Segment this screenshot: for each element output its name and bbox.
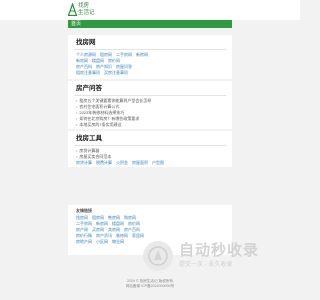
qa-list: • 租房五个关键要素你能算到户型会长怎样 • 农村住宅面积计算公式 • 2023年装修材料… <box>68 96 232 131</box>
bullet-icon: • <box>76 109 78 115</box>
tool-link-row: 房贷计算 税费计算 公积金 房屋面积 户型图 <box>76 160 224 166</box>
icp-text[interactable]: 网站备案 ICP备2024000000号 <box>68 284 232 289</box>
tag-link[interactable]: 买房注意事项 <box>104 70 128 76</box>
watermark-badge: 自动秒收录 提交一次 · 永久收录 <box>143 241 283 275</box>
nav-home-link[interactable]: 首页 <box>71 21 81 27</box>
tools-list: • 房贷计算器 • 房屋买卖合同范本 房贷计算 税费计算 公积金 房屋面积 户型图 <box>68 146 232 169</box>
site-header: 找房 生活记 <box>0 0 300 20</box>
tools-section: 找房工具 • 房贷计算器 • 房屋买卖合同范本 房贷计算 税费计算 公积金 房屋面积 户型图 <box>68 131 232 167</box>
watermark-subtitle: 提交一次 · 永久收录 <box>179 262 233 268</box>
tool-link[interactable]: 公积金 <box>116 160 128 166</box>
qa-item-label: 2023年装修材料选择技巧 <box>79 109 125 115</box>
bullet-icon: • <box>76 121 78 127</box>
tool-link[interactable]: 户型图 <box>152 160 164 166</box>
friend-link[interactable]: 房地产网 <box>76 239 92 245</box>
qa-item-label: 如何在北京购房？有哪些政策要求 <box>79 115 140 121</box>
house-icon <box>68 3 77 16</box>
bullet-icon: • <box>76 147 78 153</box>
friend-link[interactable]: 物业网 <box>112 239 124 245</box>
qa-section: 房产问答 • 租房五个关键要素你能算到户型会长怎样 • 农村住宅面积计算公式 • 2023… <box>68 81 232 129</box>
tag-list: 个人房源网 租房网 二手房网 新房网 新房网 楼盘网 房价网 房产百科 房产知识 房屋问答 租房注意… <box>68 50 232 79</box>
site-footer: 2024 © 找房生活记 版权所有 网站备案 ICP备2024000000号 <box>68 279 232 289</box>
section-title: 房产问答 <box>76 85 102 92</box>
rocket-icon <box>148 246 168 266</box>
qa-item-label: 本地买房的7条实用建议 <box>79 121 122 127</box>
qa-item[interactable]: • 本地买房的7条实用建议 <box>76 122 224 128</box>
tag-link[interactable]: 租房注意事项 <box>76 70 100 76</box>
friend-link[interactable]: 小区网 <box>96 239 108 245</box>
tag-row: 租房注意事项 买房注意事项 <box>76 70 224 76</box>
find-section: 找房网 个人房源网 租房网 二手房网 新房网 新房网 楼盘网 房价网 房产百科 房产知识 房屋问答… <box>68 35 232 79</box>
friend-links-title: 友情链接 <box>68 205 232 214</box>
friend-link[interactable]: 家居网 <box>132 233 144 239</box>
bullet-icon: • <box>76 97 78 103</box>
friend-links-label: 友情链接 <box>76 208 92 213</box>
watermark-logo <box>143 241 173 271</box>
tag-link[interactable]: 新房网 <box>136 52 148 58</box>
qa-item-label: 租房五个关键要素你能算到户型会长怎样 <box>79 97 152 103</box>
tool-item-label: 房屋买卖合同范本 <box>79 153 112 159</box>
logo-line-2: 生活记 <box>78 9 95 16</box>
logo-text: 找房 生活记 <box>78 3 95 16</box>
tool-link[interactable]: 房贷计算 <box>76 160 92 166</box>
bullet-icon: • <box>76 115 78 121</box>
bullet-icon: • <box>76 103 78 109</box>
watermark-title: 自动秒收录 <box>179 242 260 259</box>
tool-link[interactable]: 房屋面积 <box>132 160 148 166</box>
tool-item-label: 房贷计算器 <box>79 147 100 153</box>
bullet-icon: • <box>76 153 78 159</box>
section-title: 找房工具 <box>76 135 102 142</box>
tool-link[interactable]: 税费计算 <box>96 160 112 166</box>
section-title: 找房网 <box>76 39 96 46</box>
site-logo[interactable]: 找房 生活记 <box>68 3 98 18</box>
qa-item-label: 农村住宅面积计算公式 <box>79 103 120 109</box>
main-nav: 首页 <box>68 20 232 28</box>
